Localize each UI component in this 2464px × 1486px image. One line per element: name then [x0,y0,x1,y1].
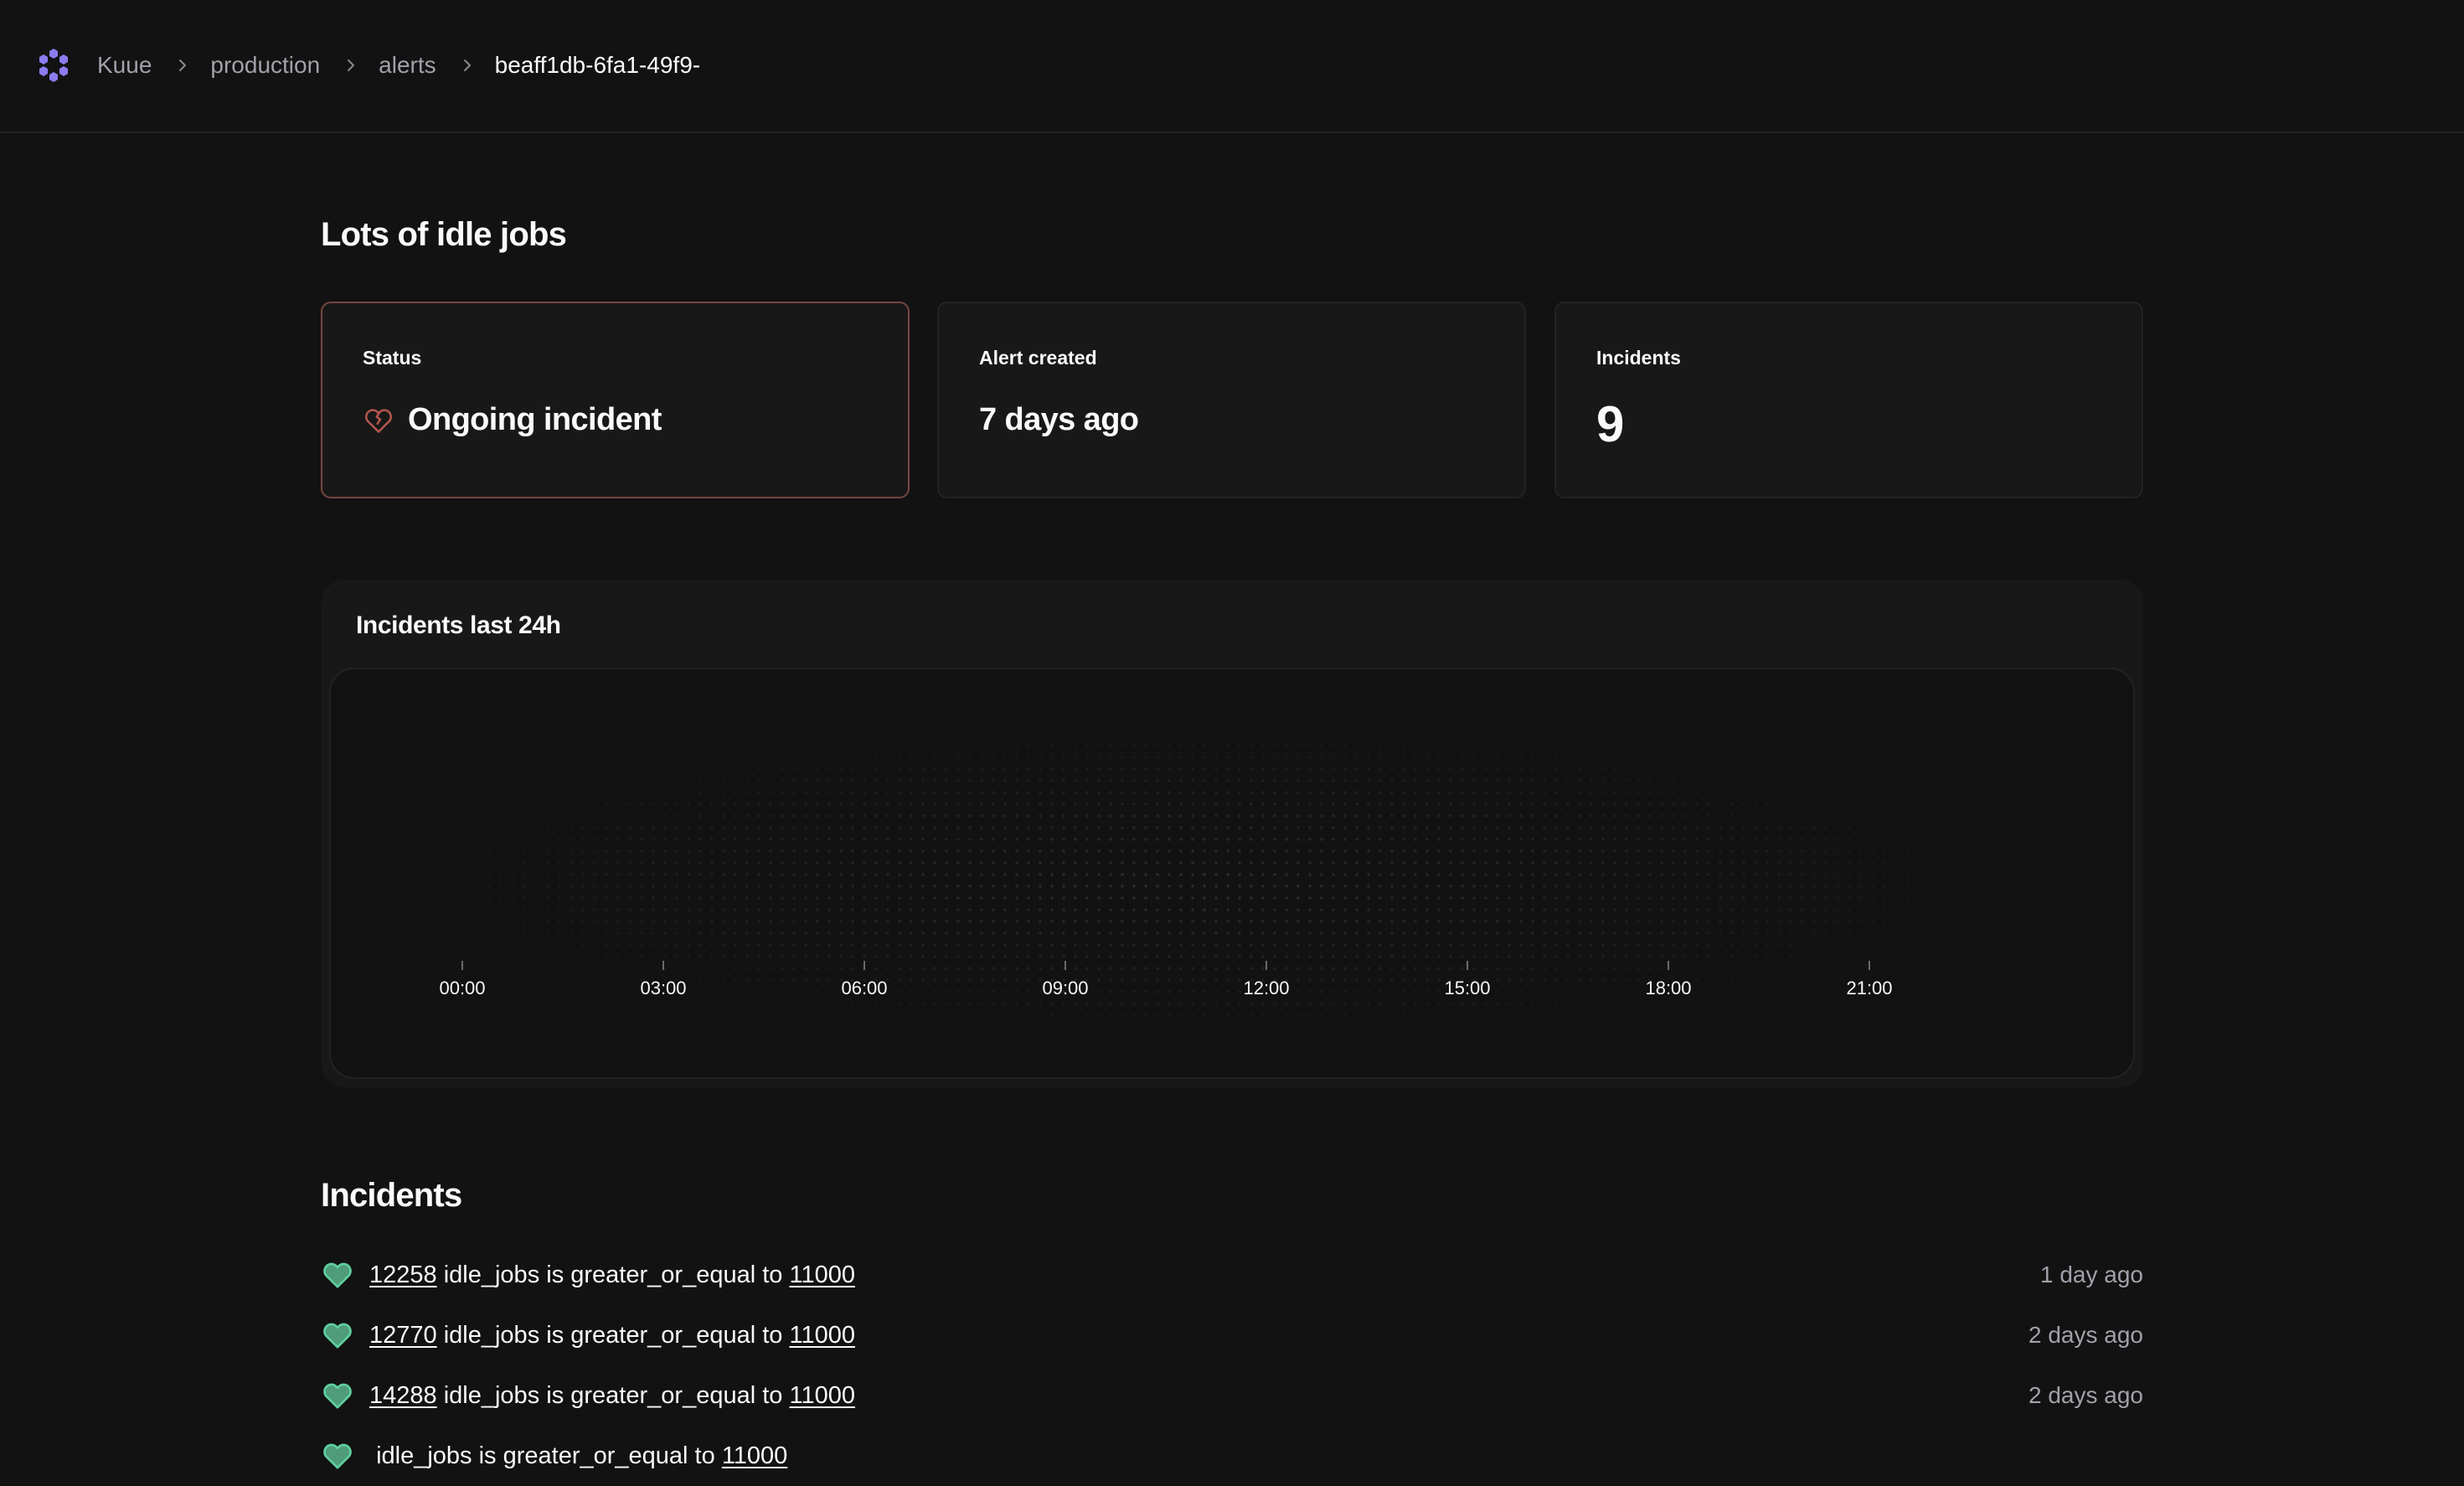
incidents-chart: 00:00 03:00 06:00 09:00 12:00 15:00 18:00 21:00 [439,961,1893,998]
incident-value-link[interactable]: 12258 [369,1262,437,1289]
status-card-value: Ongoing incident [363,402,662,438]
incident-value-link[interactable]: 14288 [369,1382,437,1410]
top-header: Kuue production alerts beaff1db-6fa1-49f… [0,0,2464,133]
breadcrumb-item-org[interactable]: Kuue [97,52,152,79]
hexagon-ring-logo-icon[interactable] [37,47,70,84]
incident-metric: idle_jobs [443,1261,540,1288]
alert-created-card: Alert created 7 days ago [937,302,1526,498]
chevron-right-icon [463,59,471,71]
x-axis-tick-label: 15:00 [1444,978,1490,998]
incidents-chart-panel: Incidents last 24h 00:00 03:00 06:00 09:00 1… [322,580,2143,1087]
x-axis-tick-label: 03:00 [640,978,686,998]
incidents-section-title: Incidents [321,1177,462,1214]
chart-title: Incidents last 24h [356,611,561,639]
heart-icon [323,1443,352,1469]
x-axis-tick-label: 00:00 [439,978,485,998]
status-text: Ongoing incident [408,402,662,437]
incident-row[interactable]: idle_jobs is greater_or_equal to 11000 [321,1426,2143,1486]
incidents-count-label: Incidents [1596,347,1681,369]
breadcrumb-item-environment[interactable]: production [210,52,320,79]
incidents-count-value: 9 [1596,396,1625,452]
incident-threshold-link[interactable]: 11000 [789,1382,855,1410]
incident-time-ago: 1 day ago [2040,1262,2143,1287]
incident-operator: is greater_or_equal to [478,1442,715,1469]
breadcrumb-item-current-alert: beaff1db-6fa1-49f9- [494,52,701,78]
alert-created-label: Alert created [979,347,1097,369]
incidents-count-card: Incidents 9 [1554,302,2143,498]
incident-operator: is greater_or_equal to [546,1381,783,1409]
alert-created-value: 7 days ago [979,402,1139,437]
incident-time-ago: 2 days ago [2028,1382,2143,1408]
incident-metric: idle_jobs [376,1442,472,1469]
x-axis-tick-label: 09:00 [1042,978,1088,998]
breadcrumb: Kuue production alerts beaff1db-6fa1-49f… [97,49,700,82]
incident-threshold-link[interactable]: 11000 [789,1322,855,1349]
status-card-label: Status [363,347,422,369]
incident-time-ago: 2 days ago [2028,1322,2143,1348]
x-axis-tick-label: 21:00 [1846,978,1892,998]
incident-metric: idle_jobs [443,1381,540,1409]
broken-heart-icon [365,408,392,433]
incident-metric: idle_jobs [443,1321,540,1349]
heart-icon [323,1262,352,1288]
heart-icon [323,1383,352,1409]
heart-icon [323,1323,352,1349]
incident-value-link[interactable]: 12770 [369,1322,437,1349]
incident-row[interactable]: 12258 idle_jobs is greater_or_equal to 1… [321,1245,2143,1305]
x-axis-tick-label: 06:00 [841,978,887,998]
status-card: Status Ongoing incident [321,302,910,498]
breadcrumb-item-alerts[interactable]: alerts [379,52,436,79]
incident-row[interactable]: 14288 idle_jobs is greater_or_equal to 1… [321,1365,2143,1426]
incident-operator: is greater_or_equal to [546,1261,783,1288]
incident-threshold-link[interactable]: 11000 [722,1442,788,1470]
chevron-right-icon [179,59,187,71]
incident-row[interactable]: 12770 idle_jobs is greater_or_equal to 1… [321,1305,2143,1365]
chart-plot-area: 00:00 03:00 06:00 09:00 12:00 15:00 18:00 21:00 [329,668,2135,1079]
page-title: Lots of idle jobs [321,216,567,253]
x-axis-tick-label: 18:00 [1645,978,1691,998]
incident-threshold-link[interactable]: 11000 [789,1262,855,1289]
x-axis-tick-label: 12:00 [1243,978,1289,998]
incidents-list: 12258 idle_jobs is greater_or_equal to 1… [321,1245,2143,1486]
chevron-right-icon [348,59,355,71]
incident-operator: is greater_or_equal to [546,1321,783,1349]
